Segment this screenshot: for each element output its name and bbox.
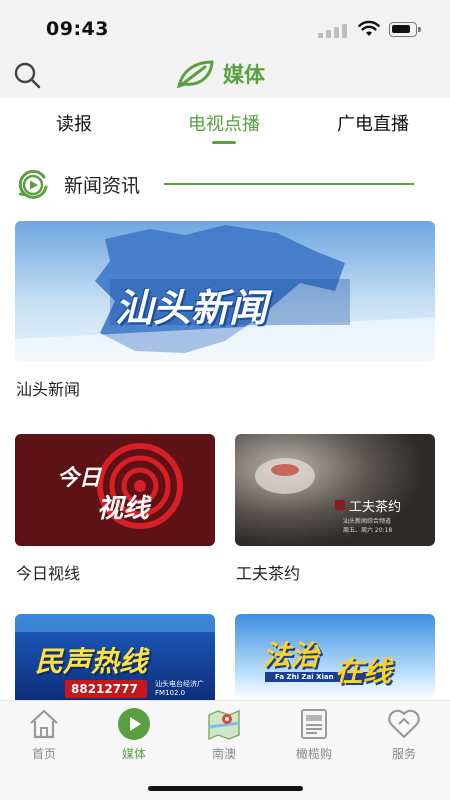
bottom-tab-bar: 首页 媒体 南澳 橄榄购 服务 (0, 700, 450, 800)
tabbar-label: 首页 (31, 747, 56, 761)
search-icon[interactable] (12, 60, 42, 90)
card-label-kungfu-tea[interactable]: 工夫茶约 (236, 560, 300, 584)
tabbar-item-olive-shop[interactable]: 橄榄购 (284, 707, 344, 765)
thumbnail-title-line1: 法治 (263, 639, 320, 672)
tab-read-newspaper[interactable]: 读报 (56, 110, 92, 136)
video-card-kungfu-tea[interactable]: 工夫茶约 汕头新闻综合频道 周五、周六 20:18 (235, 434, 435, 546)
leaf-logo-icon (176, 60, 214, 89)
thumbnail-title: 汕头新闻 (115, 286, 268, 330)
nav-bar: 媒体 (0, 50, 450, 98)
wifi-icon (358, 20, 380, 36)
cellular-signal-icon (318, 24, 350, 38)
tab-tv-on-demand[interactable]: 电视点播 (188, 110, 260, 136)
tabbar-label: 服务 (391, 747, 416, 761)
tabbar-item-services[interactable]: 服务 (374, 707, 434, 765)
home-indicator[interactable] (148, 786, 303, 791)
video-card-today-view[interactable]: 今日 视线 (15, 434, 215, 546)
section-title: 新闻资讯 (64, 175, 141, 197)
video-card-public-hotline[interactable]: 民声热线 88212777 汕头电台经济广 FM102.0 (15, 614, 215, 700)
thumbnail-phone: 88212777 (71, 682, 138, 696)
map-icon (208, 709, 240, 741)
tab-broadcast-live[interactable]: 广电直播 (337, 110, 409, 136)
heart-icon (388, 709, 420, 739)
kungfu-tea-thumbnail (235, 434, 435, 546)
page-title: 媒体 (223, 63, 265, 87)
news-play-icon (18, 169, 48, 199)
thumbnail-caption-line1: 汕头新闻综合频道 (343, 518, 392, 525)
card-label-today-view[interactable]: 今日视线 (16, 560, 80, 584)
battery-icon (389, 22, 421, 37)
active-tab-indicator (212, 141, 236, 144)
card-label-shantou-news[interactable]: 汕头新闻 (16, 376, 80, 400)
home-icon (30, 709, 58, 739)
status-bar: 09:43 (0, 0, 450, 50)
tabbar-item-home[interactable]: 首页 (14, 707, 74, 765)
tabbar-item-media[interactable]: 媒体 (104, 707, 164, 765)
thumbnail-title: 工夫茶约 (349, 500, 402, 515)
tabbar-label: 南澳 (211, 747, 236, 761)
tabbar-label: 橄榄购 (295, 747, 332, 761)
tabbar-item-nanao[interactable]: 南澳 (194, 707, 254, 765)
top-tabs: 读报 电视点播 广电直播 (0, 98, 450, 150)
thumbnail-title-line2: 视线 (97, 494, 150, 524)
newspaper-icon (301, 709, 327, 739)
status-time: 09:43 (46, 18, 109, 40)
thumbnail-pinyin: Fa Zhi Zai Xian (275, 673, 334, 681)
thumbnail-title: 民声热线 (35, 645, 148, 678)
tabbar-label: 媒体 (121, 747, 146, 761)
play-icon (118, 708, 150, 740)
page-title-group: 媒体 (175, 58, 265, 90)
video-card-shantou-news[interactable]: 汕头新闻 (15, 221, 435, 362)
section-header: 新闻资讯 (16, 166, 420, 202)
thumbnail-title-line1: 今日 (57, 466, 102, 491)
section-divider (164, 183, 414, 185)
thumbnail-caption-line2: 周五、周六 20:18 (343, 527, 393, 534)
thumbnail-caption: 汕头电台经济广 FM102.0 (155, 680, 204, 697)
thumbnail-title-line2: 在线 (335, 655, 392, 688)
video-card-law-online[interactable]: 法治 在线 Fa Zhi Zai Xian (235, 614, 435, 700)
